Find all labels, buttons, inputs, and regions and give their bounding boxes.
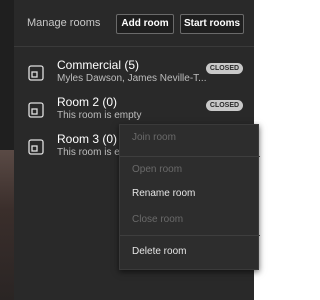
menu-item-join-room: Join room xyxy=(132,132,176,143)
room-context-menu: Join room Open room Rename room Close ro… xyxy=(119,124,260,270)
start-rooms-button[interactable]: Start rooms xyxy=(180,14,244,34)
room-name: Room 2 (0) xyxy=(57,95,118,109)
menu-item-open-room: Open room xyxy=(132,164,183,175)
status-badge: CLOSED xyxy=(206,63,243,74)
room-icon xyxy=(28,139,44,155)
menu-item-delete-room[interactable]: Delete room xyxy=(120,241,260,263)
room-name: Room 3 (0) xyxy=(57,132,118,146)
add-room-button[interactable]: Add room xyxy=(116,14,174,34)
menu-separator xyxy=(120,235,260,236)
menu-item-close-room: Close room xyxy=(132,214,184,225)
status-badge: CLOSED xyxy=(206,100,243,111)
header-divider xyxy=(14,46,254,47)
background-left xyxy=(0,0,14,300)
room-icon xyxy=(28,65,44,81)
menu-separator xyxy=(120,156,260,157)
panel-header: Manage rooms Add room Start rooms xyxy=(14,14,254,34)
room-name: Commercial (5) xyxy=(57,58,140,72)
background-marks xyxy=(260,0,268,300)
room-item-room-2[interactable]: Room 2 (0) This room is empty CLOSED xyxy=(14,93,254,127)
panel-title: Manage rooms xyxy=(27,17,101,29)
background-photo xyxy=(0,150,14,300)
room-icon xyxy=(28,102,44,118)
menu-item-rename-room[interactable]: Rename room xyxy=(120,183,260,205)
room-item-commercial[interactable]: Commercial (5) Myles Dawson, James Nevil… xyxy=(14,56,254,90)
room-status-text: This room is empty xyxy=(57,110,142,121)
room-participants: Myles Dawson, James Neville-T... xyxy=(57,73,207,84)
